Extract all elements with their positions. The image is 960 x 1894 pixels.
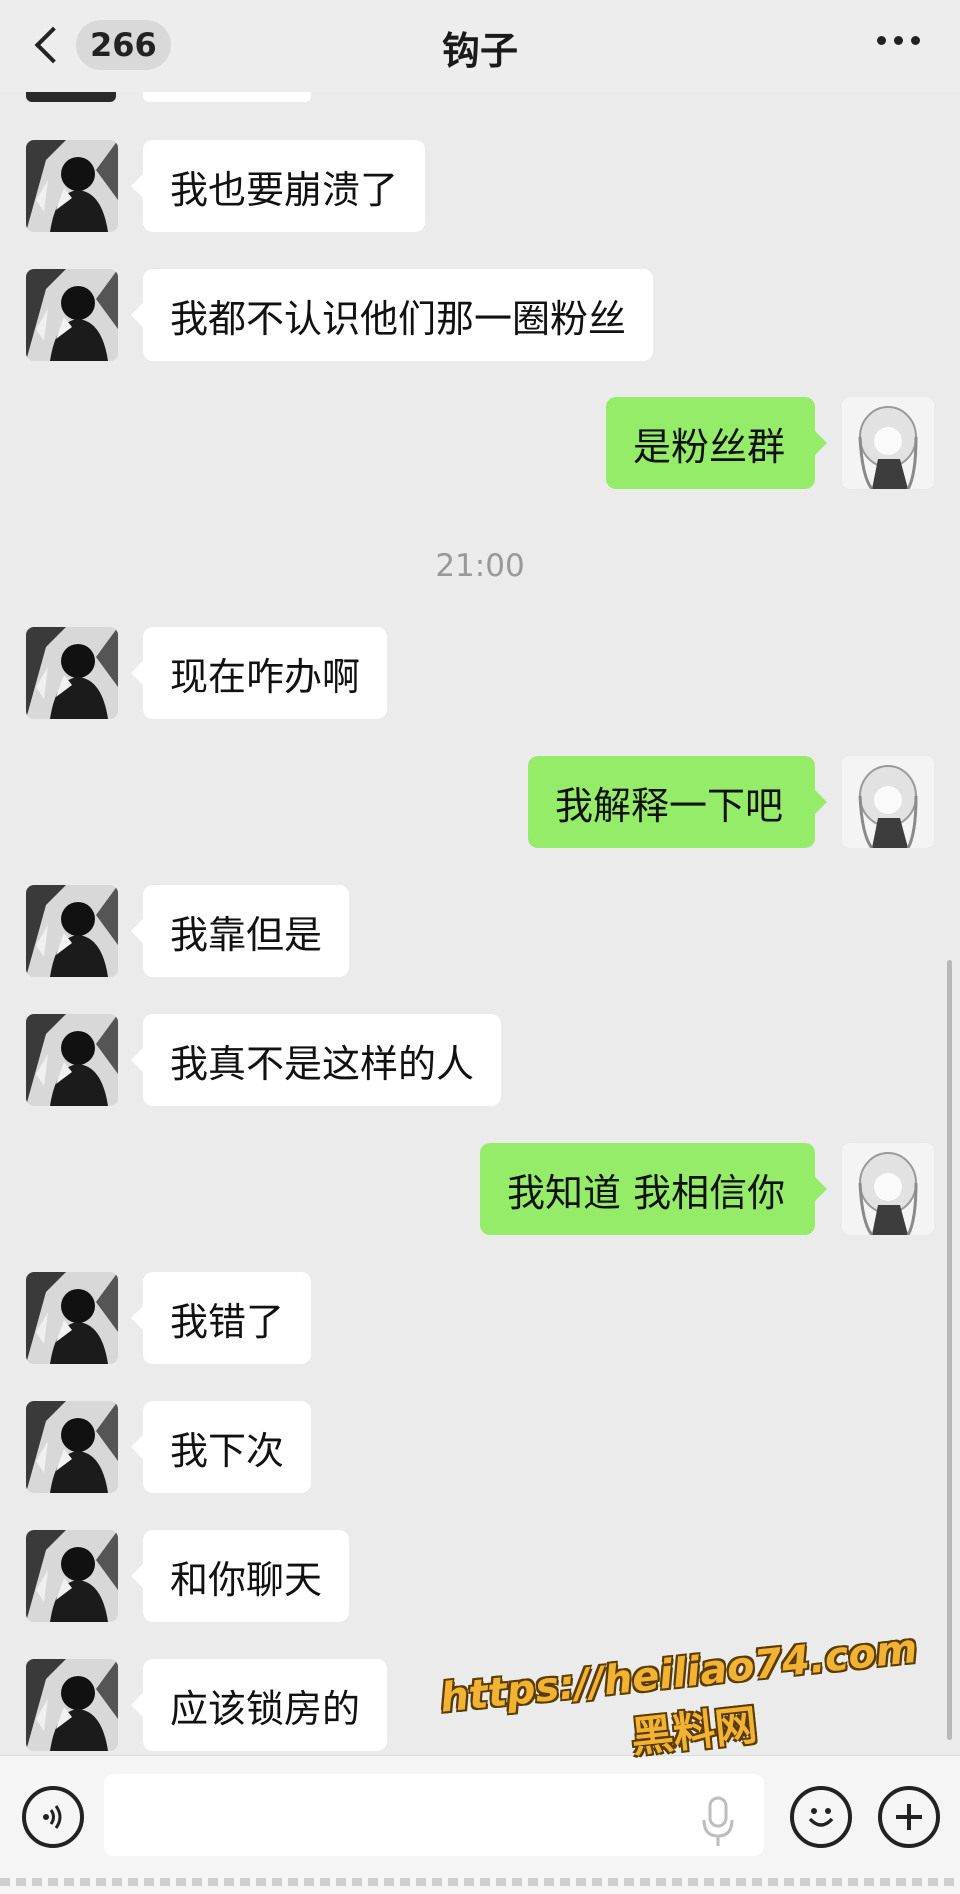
contact-avatar[interactable] (26, 1014, 118, 1106)
message-row-incoming: 和你聊天 (0, 1530, 960, 1622)
dot-icon (894, 36, 903, 45)
add-attachment-button[interactable] (878, 1786, 940, 1848)
message-bubble[interactable]: 我也要崩溃了 (130, 140, 426, 232)
contact-avatar[interactable] (26, 1401, 118, 1493)
more-options-button[interactable] (877, 36, 920, 45)
message-bubble[interactable]: 现在咋办啊 (130, 627, 388, 719)
chat-header: 266 钩子 (0, 0, 960, 92)
smiley-icon (808, 1808, 834, 1827)
message-text-input[interactable] (104, 1774, 764, 1856)
dot-icon (877, 36, 886, 45)
voice-input-button[interactable] (22, 1786, 84, 1848)
message-row-incoming: 我靠但是 (0, 885, 960, 977)
contact-avatar[interactable] (26, 1659, 118, 1751)
message-bubble[interactable]: 是粉丝群 (606, 397, 827, 489)
scrollbar[interactable] (947, 960, 952, 1740)
message-row-outgoing: 是粉丝群 (0, 397, 960, 489)
chat-title: 钩子 (441, 29, 518, 73)
contact-avatar[interactable] (26, 885, 118, 977)
message-row-incoming: 我也要崩溃了 (0, 140, 960, 232)
message-bubble[interactable]: 我知道 我相信你 (480, 1143, 827, 1235)
contact-avatar[interactable] (26, 1530, 118, 1622)
contact-avatar[interactable] (26, 627, 118, 719)
message-bubble[interactable]: 和你聊天 (130, 1530, 350, 1622)
message-bubble[interactable]: 我靠但是 (130, 885, 350, 977)
user-avatar[interactable] (842, 756, 934, 848)
chat-area[interactable]: 我也要崩溃了 我都不认识他们那一圈粉丝 是粉丝群 21:00 现在咋办啊 我解释… (0, 0, 960, 1755)
message-row-incoming: 我错了 (0, 1272, 960, 1364)
plus-icon (896, 1804, 922, 1830)
message-bubble[interactable]: 我错了 (130, 1272, 312, 1364)
message-bubble[interactable]: 我下次 (130, 1401, 312, 1493)
message-bubble[interactable]: 应该锁房的 (130, 1659, 388, 1751)
message-row-incoming: 我真不是这样的人 (0, 1014, 960, 1106)
message-row-outgoing: 我知道 我相信你 (0, 1143, 960, 1235)
bottom-edge-dots (0, 1878, 960, 1886)
message-row-incoming: 现在咋办啊 (0, 627, 960, 719)
microphone-icon[interactable] (700, 1796, 736, 1852)
timestamp-separator: 21:00 (435, 548, 525, 584)
contact-avatar[interactable] (26, 1272, 118, 1364)
message-row-outgoing: 我解释一下吧 (0, 756, 960, 848)
contact-avatar[interactable] (26, 269, 118, 361)
message-row-incoming: 我下次 (0, 1401, 960, 1493)
dot-icon (911, 36, 920, 45)
message-row-incoming: 我都不认识他们那一圈粉丝 (0, 269, 960, 361)
message-bubble[interactable]: 我解释一下吧 (528, 756, 827, 848)
message-bubble[interactable]: 我都不认识他们那一圈粉丝 (130, 269, 654, 361)
message-bubble[interactable]: 我真不是这样的人 (130, 1014, 502, 1106)
voice-wave-icon (43, 1805, 62, 1829)
user-avatar[interactable] (842, 397, 934, 489)
contact-avatar[interactable] (26, 140, 118, 232)
emoji-button[interactable] (790, 1786, 852, 1848)
user-avatar[interactable] (842, 1143, 934, 1235)
